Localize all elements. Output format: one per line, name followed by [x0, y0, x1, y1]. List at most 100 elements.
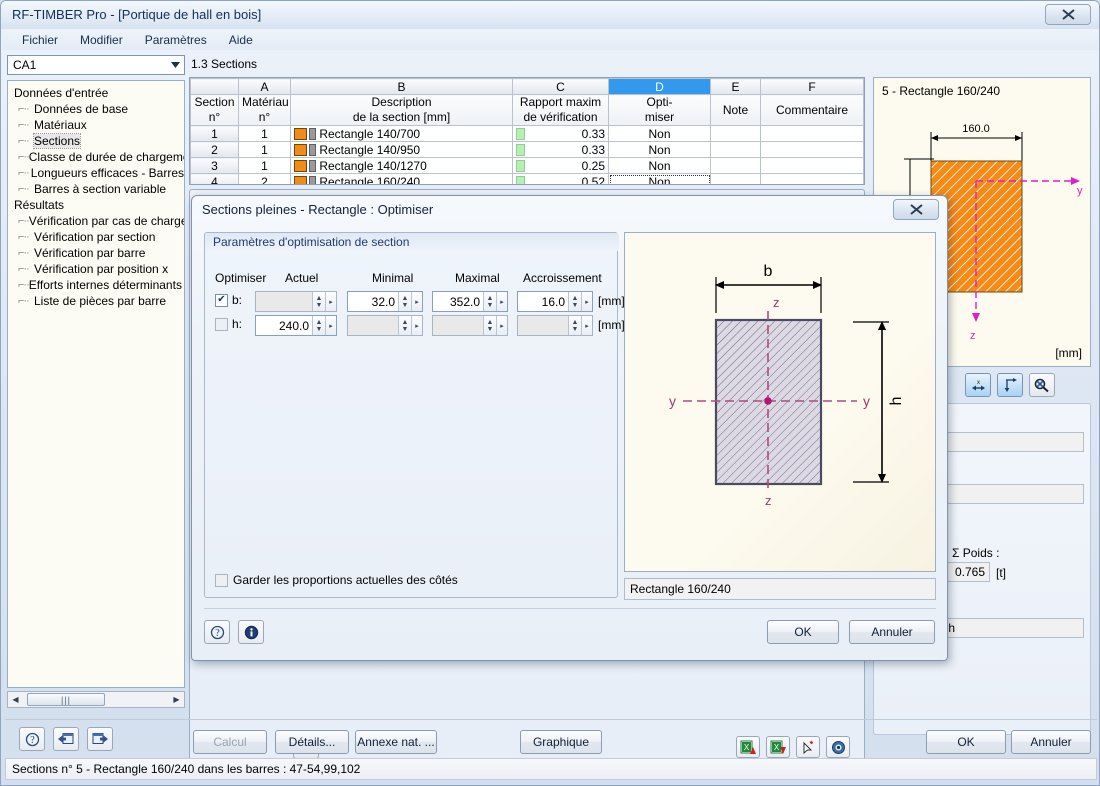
- dialog-cancel-button[interactable]: Annuler: [849, 620, 935, 644]
- cell-description[interactable]: Rectangle 140/950: [290, 141, 513, 158]
- table-row[interactable]: 1 1 Rectangle 140/700 0.33 Non: [190, 125, 864, 142]
- tree-group-resultats[interactable]: Résultats: [12, 197, 184, 213]
- tree-item-liste-pieces-par-barre[interactable]: ⌐·· Liste de pièces par barre: [12, 293, 184, 309]
- cell-optimiser[interactable]: Non: [608, 141, 711, 158]
- scrollbar-thumb[interactable]: |||: [27, 693, 105, 706]
- spinner-arrows-icon[interactable]: ▲ ▼: [483, 292, 496, 311]
- spinner-arrows-icon[interactable]: ▲ ▼: [568, 292, 581, 311]
- cell-section-no[interactable]: 4: [190, 173, 239, 184]
- cell-rapport[interactable]: 0.52: [512, 173, 609, 184]
- tree-item-verification-par-section[interactable]: ⌐·· Vérification par section: [12, 229, 184, 245]
- prev-panel-button[interactable]: [53, 727, 79, 751]
- spinner-more-icon[interactable]: ▸: [496, 292, 507, 311]
- cell-rapport[interactable]: 0.33: [512, 125, 609, 142]
- cell-description[interactable]: Rectangle 160/240: [290, 173, 513, 185]
- cell-section-no[interactable]: 2: [190, 141, 239, 158]
- window-close-button[interactable]: [1045, 4, 1091, 25]
- b-minimal-input[interactable]: 32.0 ▲ ▼ ▸: [347, 291, 423, 312]
- help-button[interactable]: ?: [19, 727, 45, 751]
- tree-item-sections[interactable]: ⌐·· Sections: [12, 133, 184, 149]
- cell-optimiser[interactable]: Non: [608, 157, 711, 174]
- cell-materiau-no[interactable]: 1: [238, 157, 291, 174]
- tree-group-donnees-entree[interactable]: Données d'entrée: [12, 85, 184, 101]
- cell-materiau-no[interactable]: 2: [238, 173, 291, 184]
- details-button[interactable]: Détails...: [275, 730, 349, 754]
- row-h-checkbox-group[interactable]: h:: [215, 317, 242, 331]
- cell-commentaire[interactable]: [760, 125, 864, 142]
- calcul-button[interactable]: Calcul: [193, 730, 267, 754]
- table-row[interactable]: 4 2 Rectangle 160/240 0.52 Non: [190, 173, 864, 185]
- spinner-more-icon[interactable]: ▸: [325, 316, 336, 335]
- menu-item-modifier[interactable]: Modifier: [70, 31, 133, 49]
- cell-commentaire[interactable]: [760, 157, 864, 174]
- menu-item-aide[interactable]: Aide: [219, 31, 263, 49]
- cell-optimiser[interactable]: Non: [608, 125, 711, 142]
- spinner-arrows-icon[interactable]: ▲ ▼: [398, 292, 411, 311]
- cell-rapport[interactable]: 0.25: [512, 157, 609, 174]
- cell-materiau-no[interactable]: 1: [238, 141, 291, 158]
- spinner-more-icon[interactable]: ▸: [411, 292, 422, 311]
- table-row[interactable]: 2 1 Rectangle 140/950 0.33 Non: [190, 141, 864, 158]
- cell-note[interactable]: [710, 141, 761, 158]
- scroll-left-icon[interactable]: ◀: [8, 695, 23, 704]
- cell-section-no[interactable]: 3: [190, 157, 239, 174]
- keep-proportions-checkbox[interactable]: [215, 573, 228, 587]
- col-letter-d[interactable]: D: [608, 78, 711, 95]
- dialog-ok-button[interactable]: OK: [767, 620, 839, 644]
- tree-item-efforts-internes[interactable]: ⌐·· Efforts internes déterminants pa: [12, 277, 184, 293]
- tree-item-verification-cas-de-charge[interactable]: ⌐·· Vérification par cas de charge: [12, 213, 184, 229]
- row-b-checkbox-group[interactable]: ✔ b:: [215, 293, 242, 307]
- dimension-z-button[interactable]: [997, 373, 1023, 397]
- menu-item-fichier[interactable]: Fichier: [12, 31, 68, 49]
- menu-item-parametres[interactable]: Paramètres: [135, 31, 217, 49]
- case-selector-combobox[interactable]: CA1: [7, 55, 185, 75]
- b-maximal-input[interactable]: 352.0 ▲ ▼ ▸: [432, 291, 508, 312]
- optimise-h-checkbox[interactable]: [215, 317, 228, 331]
- tree-item-verification-par-barre[interactable]: ⌐·· Vérification par barre: [12, 245, 184, 261]
- tree-item-materiaux[interactable]: ⌐·· Matériaux: [12, 117, 184, 133]
- cancel-button[interactable]: Annuler: [1011, 730, 1091, 754]
- cell-commentaire[interactable]: [760, 141, 864, 158]
- cell-optimiser[interactable]: Non: [608, 173, 711, 184]
- col-letter-a[interactable]: A: [238, 78, 291, 95]
- cell-description[interactable]: Rectangle 140/700: [290, 125, 513, 142]
- dialog-help-button[interactable]: ?: [204, 620, 230, 644]
- dialog-close-button[interactable]: [893, 199, 939, 220]
- optimise-b-checkbox[interactable]: ✔: [215, 293, 228, 307]
- col-letter-f[interactable]: F: [760, 78, 864, 95]
- zoom-reset-button[interactable]: [1029, 373, 1055, 397]
- tree-item-donnees-de-base[interactable]: ⌐·· Données de base: [12, 101, 184, 117]
- next-panel-button[interactable]: [87, 727, 113, 751]
- navigation-tree[interactable]: Données d'entrée ⌐·· Données de base ⌐·· M…: [7, 80, 185, 688]
- spinner-arrows-icon[interactable]: ▲ ▼: [312, 316, 325, 335]
- tree-item-barres-section-variable[interactable]: ⌐·· Barres à section variable: [12, 181, 184, 197]
- cell-description-text: Rectangle 160/240: [319, 174, 421, 185]
- h-actuel-input[interactable]: 240.0 ▲ ▼ ▸: [255, 315, 337, 336]
- tree-item-classe-duree-chargement[interactable]: ⌐·· Classe de durée de chargement: [12, 149, 184, 165]
- graphique-button[interactable]: Graphique: [520, 730, 602, 754]
- cell-materiau-no[interactable]: 1: [238, 125, 291, 142]
- sections-table[interactable]: A B C D E F Section n° Matériau n° Descr…: [189, 77, 865, 185]
- cell-note[interactable]: [710, 173, 761, 184]
- annexe-nat-button[interactable]: Annexe nat. ...: [355, 730, 437, 754]
- keep-proportions-row[interactable]: Garder les proportions actuelles des côt…: [215, 573, 458, 587]
- tree-item-verification-position-x[interactable]: ⌐·· Vérification par position x: [12, 261, 184, 277]
- cell-rapport[interactable]: 0.33: [512, 141, 609, 158]
- dimension-x-button[interactable]: x: [965, 373, 991, 397]
- cell-commentaire[interactable]: [760, 173, 864, 184]
- table-row[interactable]: 3 1 Rectangle 140/1270 0.25 Non: [190, 157, 864, 174]
- ok-button[interactable]: OK: [926, 730, 1006, 754]
- cell-note[interactable]: [710, 157, 761, 174]
- tree-item-longueurs-efficaces-barres[interactable]: ⌐·· Longueurs efficaces - Barres: [12, 165, 184, 181]
- dialog-info-button[interactable]: [238, 620, 264, 644]
- col-letter-c[interactable]: C: [512, 78, 609, 95]
- spinner-more-icon[interactable]: ▸: [581, 292, 592, 311]
- col-letter-e[interactable]: E: [710, 78, 761, 95]
- cell-note[interactable]: [710, 125, 761, 142]
- sidebar-horizontal-scrollbar[interactable]: ◀ ||| ▶: [7, 691, 185, 708]
- b-accroissement-input[interactable]: 16.0 ▲ ▼ ▸: [517, 291, 593, 312]
- cell-section-no[interactable]: 1: [190, 125, 239, 142]
- cell-description[interactable]: Rectangle 140/1270: [290, 157, 513, 174]
- col-letter-b[interactable]: B: [290, 78, 513, 95]
- scroll-right-icon[interactable]: ▶: [169, 695, 184, 704]
